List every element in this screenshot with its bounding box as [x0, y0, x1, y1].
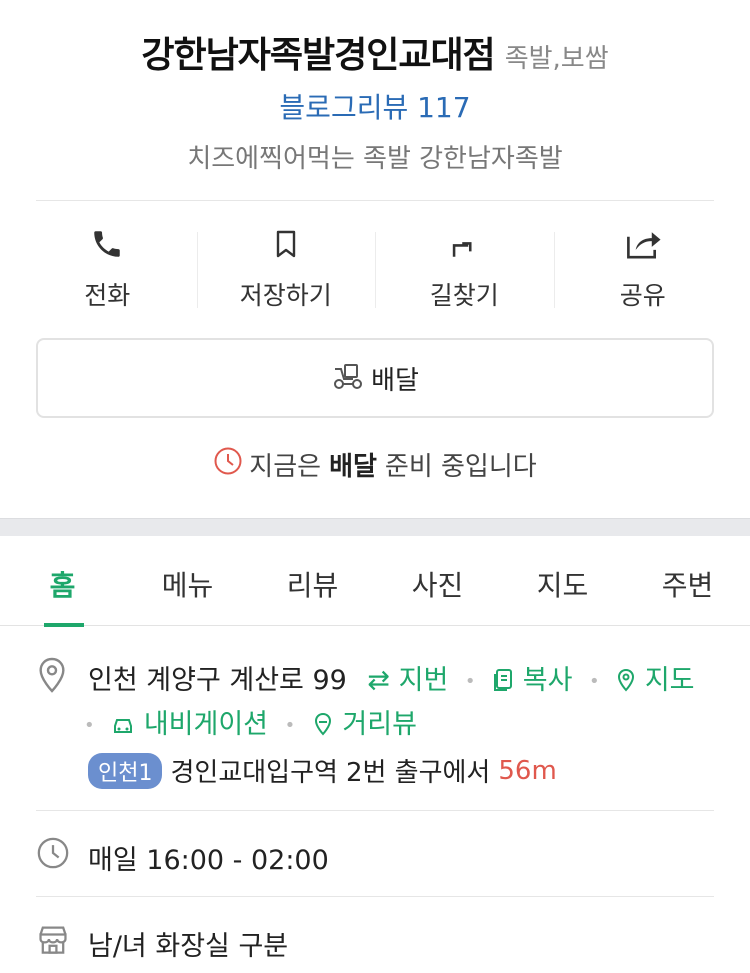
tab-nearby[interactable]: 주변 [625, 536, 750, 625]
divider [36, 810, 714, 811]
subway-line-badge: 인천1 [88, 752, 163, 789]
address-text: 인천 계양구 계산로 99 [88, 665, 347, 696]
street-view-link[interactable]: 거리뷰 [312, 709, 417, 740]
tab-photo[interactable]: 사진 [375, 536, 500, 625]
dot-separator: • [464, 671, 476, 692]
navigation-label: 내비게이션 [143, 709, 269, 740]
map-pin-icon [616, 665, 645, 696]
clock-icon [36, 836, 72, 872]
map-label: 지도 [644, 665, 695, 696]
map-link[interactable]: 지도 [616, 665, 695, 696]
place-header: 강한남자족발경인교대점 족발,보쌈 블로그리뷰 117 치즈에찍어먹는 족발 강한… [0, 0, 750, 520]
copy-label: 복사 [522, 665, 573, 696]
status-suffix: 준비 중입니다 [384, 452, 537, 482]
facilities-row: 남/녀 화장실 구분 [36, 920, 714, 962]
divider [36, 896, 714, 897]
lot-address-link[interactable]: ⇄ 지번 [367, 665, 457, 696]
street-view-icon [312, 709, 343, 740]
lot-address-label: 지번 [398, 665, 449, 696]
tab-menu[interactable]: 메뉴 [125, 536, 250, 625]
address-line-2: • 내비게이션 • 거리뷰 [84, 702, 417, 741]
clock-icon [213, 446, 243, 483]
tab-map[interactable]: 지도 [500, 536, 625, 625]
tab-home[interactable]: 홈 [0, 536, 125, 627]
location-pin-icon [36, 656, 72, 693]
car-icon [111, 709, 144, 740]
subway-distance: 56m [498, 755, 557, 786]
status-prefix: 지금은 [249, 452, 322, 482]
place-title: 강한남자족발경인교대점 [141, 35, 495, 76]
delivery-status: 지금은 배달 준비 중입니다 [0, 446, 750, 483]
directions-icon [444, 224, 484, 264]
save-label: 저장하기 [239, 281, 332, 310]
status-emphasis: 배달 [329, 452, 377, 482]
title-row: 강한남자족발경인교대점 족발,보쌈 [0, 26, 750, 78]
delivery-button[interactable]: 배달 [36, 338, 714, 418]
blog-review-link[interactable]: 블로그리뷰 117 [0, 86, 750, 126]
navigation-link[interactable]: 내비게이션 [111, 709, 276, 740]
address-section: 인천 계양구 계산로 99 ⇄ 지번 • 복사 • 지도 • 내비게이션 • 거… [36, 652, 714, 802]
dot-separator: • [84, 715, 95, 736]
divider [36, 200, 714, 201]
subway-station: 경인교대입구역 [170, 758, 338, 788]
phone-icon [87, 224, 127, 264]
address-line: 인천 계양구 계산로 99 ⇄ 지번 • 복사 • 지도 [88, 658, 695, 697]
hours-row: 매일 16:00 - 02:00 [36, 834, 714, 876]
share-button[interactable]: 공유 [553, 224, 733, 316]
directions-button[interactable]: 길찾기 [375, 224, 554, 316]
dot-separator: • [589, 671, 600, 692]
directions-label: 길찾기 [429, 281, 499, 310]
facilities-text: 남/녀 화장실 구분 [88, 931, 289, 962]
action-bar: 전화 저장하기 길찾기 공유 [18, 224, 732, 316]
business-hours: 매일 16:00 - 02:00 [88, 845, 329, 876]
street-view-label: 거리뷰 [342, 709, 417, 740]
dot-separator: • [284, 715, 296, 736]
tab-bar: 홈 메뉴 리뷰 사진 지도 주변 [0, 536, 750, 627]
share-label: 공유 [619, 281, 666, 310]
bookmark-icon [266, 224, 306, 264]
call-button[interactable]: 전화 [18, 224, 197, 316]
tab-review[interactable]: 리뷰 [250, 536, 375, 625]
place-description: 치즈에찍어먹는 족발 강한남자족발 [187, 144, 563, 174]
section-separator [0, 518, 750, 536]
store-icon [36, 922, 72, 958]
share-icon [623, 224, 663, 264]
save-button[interactable]: 저장하기 [196, 224, 376, 316]
delivery-scooter-icon [331, 361, 365, 395]
subway-info: 인천1 경인교대입구역 2번 출구에서 56m [88, 752, 557, 789]
place-category: 족발,보쌈 [504, 44, 609, 74]
call-label: 전화 [84, 281, 131, 310]
copy-icon [492, 665, 523, 696]
copy-link[interactable]: 복사 [492, 665, 581, 696]
delivery-label: 배달 [371, 365, 419, 396]
swap-icon: ⇄ [367, 665, 391, 696]
subway-exit: 2번 출구에서 [345, 758, 491, 788]
